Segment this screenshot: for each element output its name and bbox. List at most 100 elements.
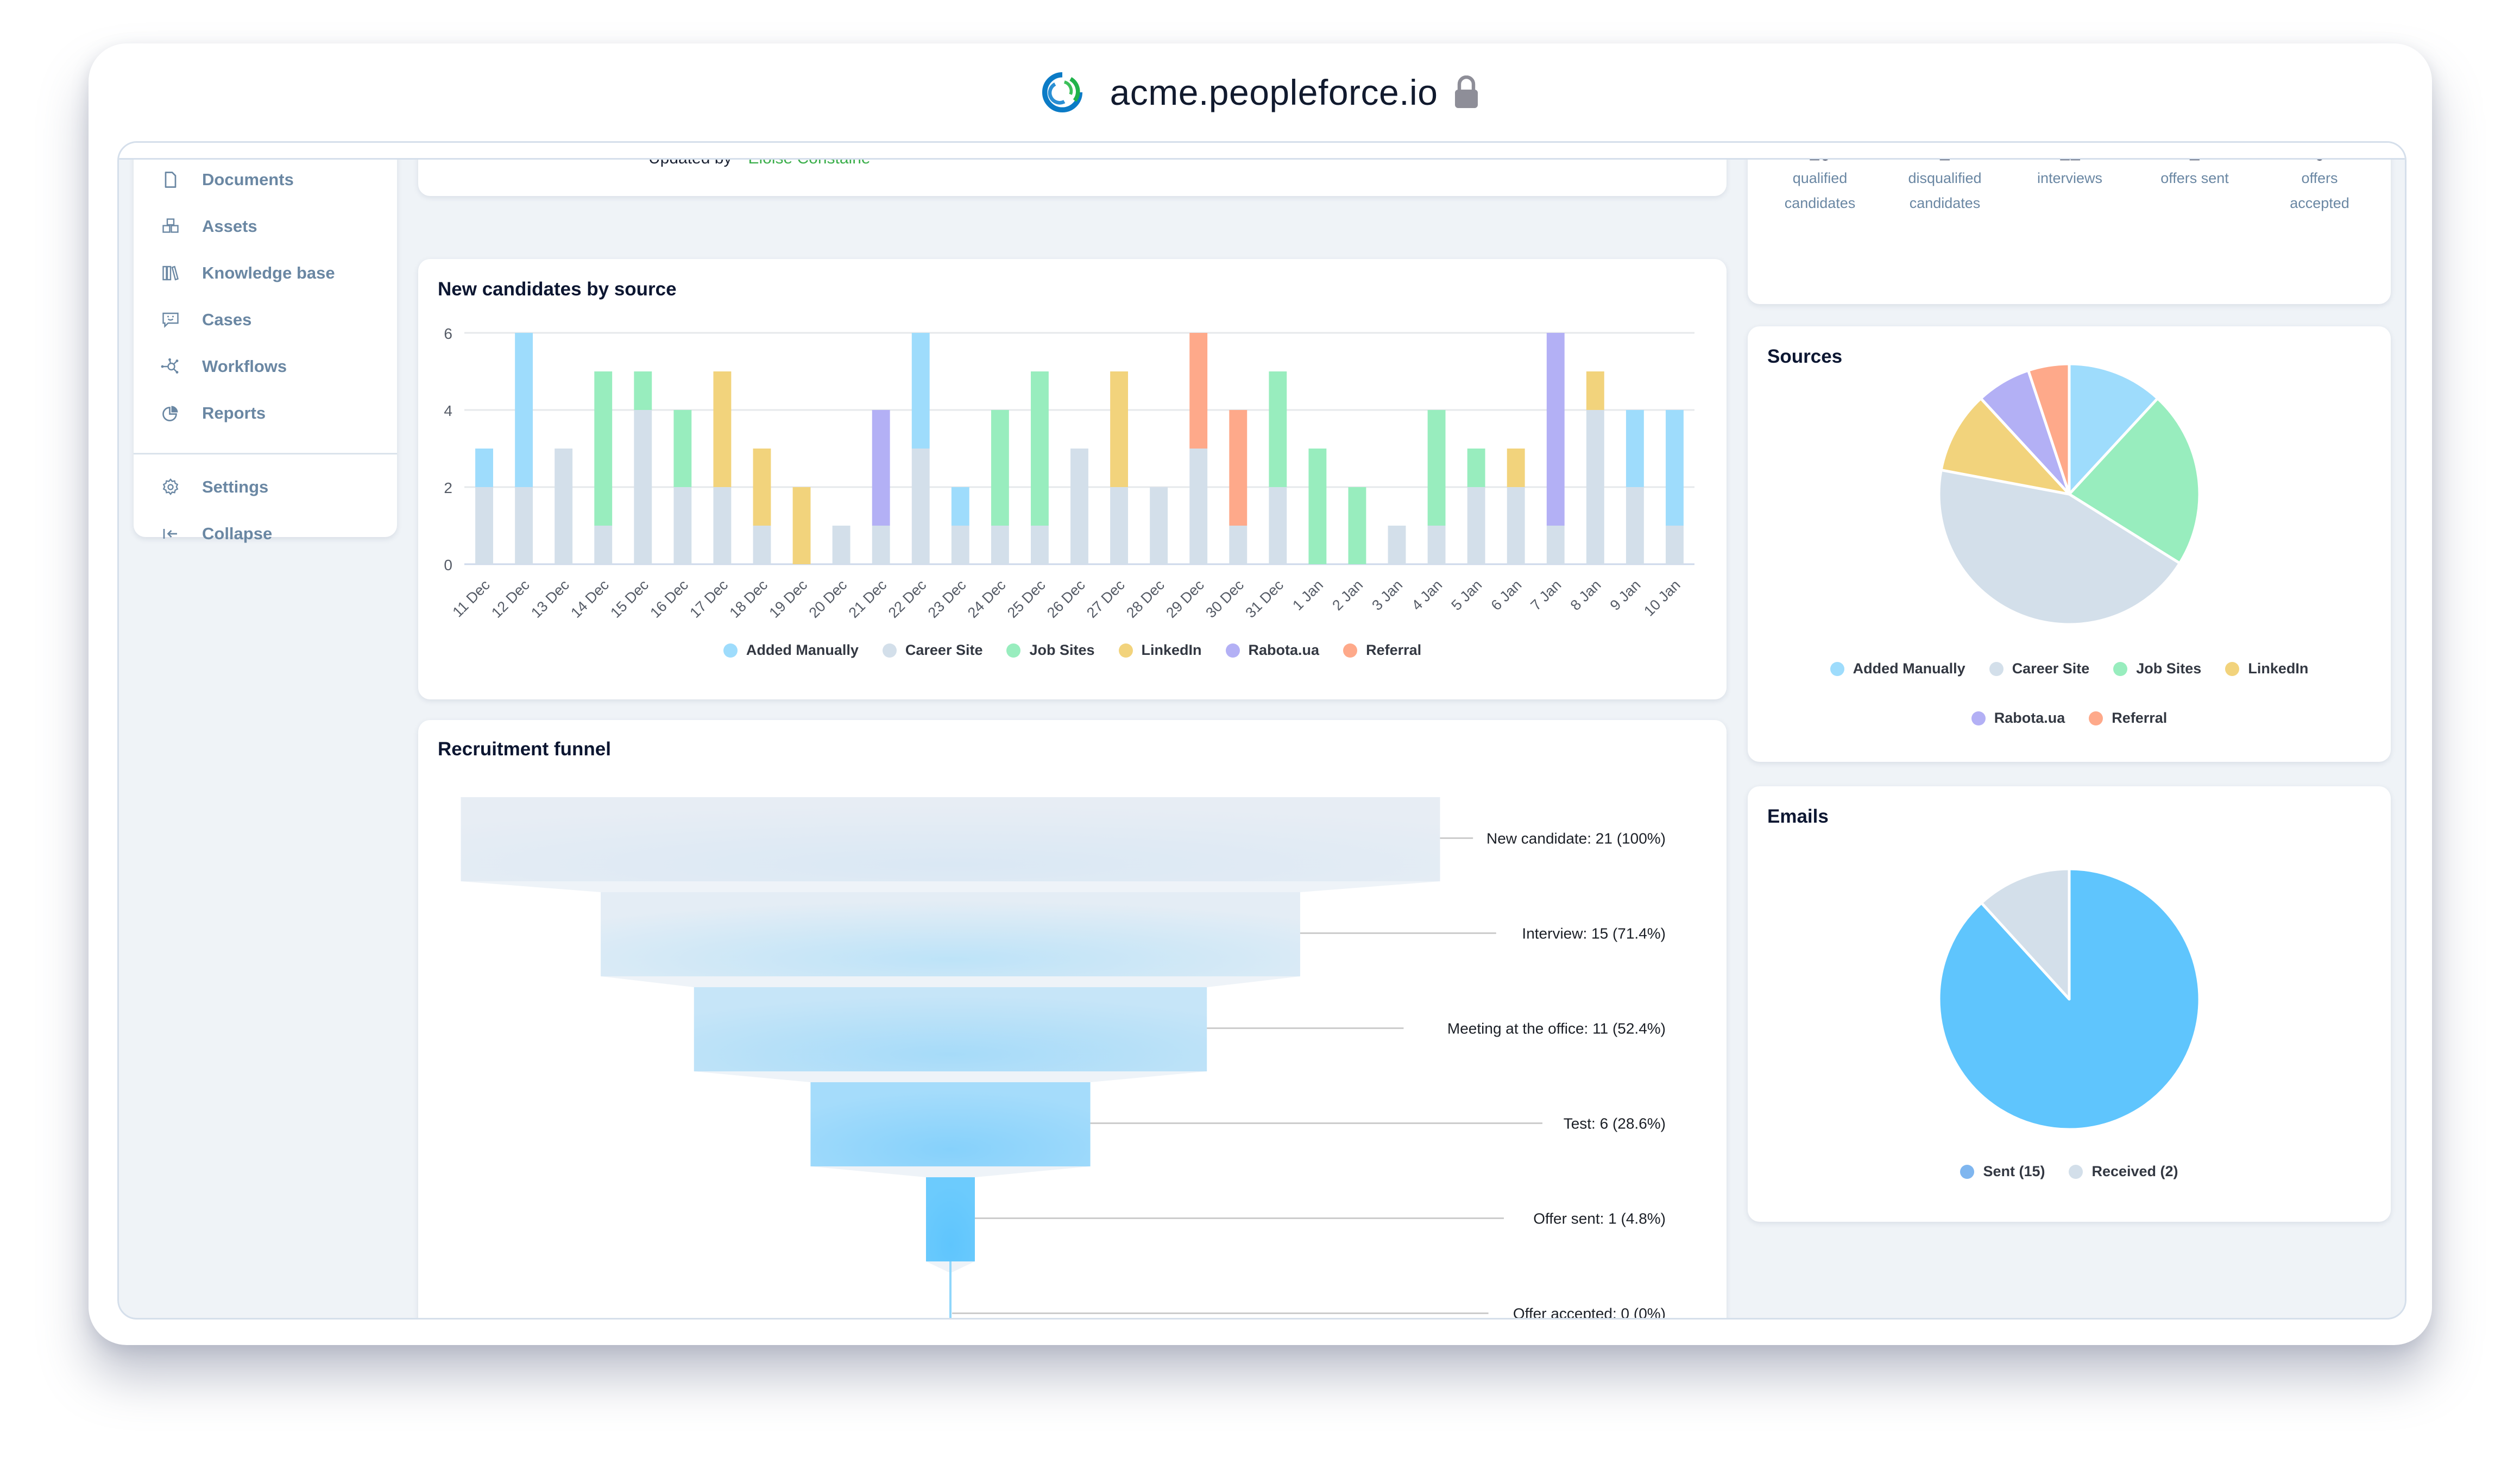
bar-segment-career-site[interactable] — [594, 526, 613, 564]
bar-segment-job-sites[interactable] — [1269, 371, 1287, 487]
bar-segment-added-manually[interactable] — [951, 487, 969, 526]
legend-item-referral[interactable]: Referral — [2089, 710, 2167, 727]
sidebar-item-workflows[interactable]: Workflows — [134, 350, 397, 383]
legend-item-linkedin[interactable]: LinkedIn — [1118, 642, 1202, 659]
bar-segment-career-site[interactable] — [1030, 526, 1049, 564]
bar-segment-job-sites[interactable] — [594, 371, 613, 526]
bar-segment-career-site[interactable] — [753, 526, 771, 564]
bar-segment-referral[interactable] — [1189, 333, 1208, 449]
bar-segment-referral[interactable] — [1229, 410, 1248, 526]
legend-item-added-manually[interactable]: Added Manually — [723, 642, 859, 659]
bar-segment-career-site[interactable] — [1626, 487, 1644, 564]
legend-label: Referral — [1366, 642, 1422, 658]
bar-segment-linkedin[interactable] — [1110, 371, 1129, 487]
x-tick-label: 7 Jan — [1528, 577, 1565, 614]
address-bar[interactable]: acme.peopleforce.io — [89, 43, 2432, 141]
sidebar-item-label: Reports — [202, 403, 266, 422]
bar-segment-career-site[interactable] — [1189, 449, 1208, 564]
bar-segment-career-site[interactable] — [713, 487, 732, 564]
legend-swatch — [1343, 643, 1358, 658]
bar-segment-job-sites[interactable] — [634, 371, 652, 410]
bar-segment-career-site[interactable] — [1586, 410, 1604, 564]
bar-segment-career-site[interactable] — [673, 487, 692, 564]
legend-item-job-sites[interactable]: Job Sites — [2113, 660, 2201, 677]
bar-segment-career-site[interactable] — [832, 526, 850, 564]
funnel-stage-meeting-at-the-office[interactable] — [694, 987, 1207, 1071]
sidebar-item-reports[interactable]: Reports — [134, 397, 397, 430]
bar-segment-career-site[interactable] — [872, 526, 890, 564]
sidebar-item-knowledge-base[interactable]: Knowledge base — [134, 257, 397, 289]
legend-swatch — [2113, 661, 2128, 676]
bar-segment-added-manually[interactable] — [911, 333, 930, 449]
bar-segment-career-site[interactable] — [911, 449, 930, 564]
legend-item-linkedin[interactable]: LinkedIn — [2225, 660, 2308, 677]
funnel-stage-offer-sent[interactable] — [926, 1177, 975, 1261]
legend-item-sent[interactable]: Sent (15) — [1960, 1163, 2045, 1180]
sidebar-item-documents[interactable]: Documents — [134, 163, 397, 196]
legend-label: Job Sites — [1029, 642, 1095, 658]
recruitment-funnel-card: Recruitment funnel New candidate: 21 (10… — [418, 720, 1727, 1320]
bar-segment-job-sites[interactable] — [1308, 449, 1327, 564]
bar-segment-job-sites[interactable] — [673, 410, 692, 487]
bar-segment-linkedin[interactable] — [792, 487, 811, 564]
legend-item-career-site[interactable]: Career Site — [1989, 660, 2089, 677]
bar-segment-career-site[interactable] — [1150, 487, 1168, 564]
legend-item-referral[interactable]: Referral — [1343, 642, 1421, 659]
bar-segment-job-sites[interactable] — [1030, 371, 1049, 526]
legend-item-rabota-ua[interactable]: Rabota.ua — [1971, 710, 2065, 727]
sidebar-item-cases[interactable]: Cases — [134, 304, 397, 336]
funnel-stage-offer-accepted[interactable] — [949, 1261, 952, 1320]
bar-segment-career-site[interactable] — [1388, 526, 1406, 564]
bar-segment-added-manually[interactable] — [1666, 410, 1684, 526]
bar-segment-career-site[interactable] — [555, 449, 573, 564]
collapse-button[interactable]: Collapse — [134, 517, 397, 550]
bar-segment-job-sites[interactable] — [991, 410, 1009, 526]
bar-segment-career-site[interactable] — [1666, 526, 1684, 564]
legend-label: Rabota.ua — [1994, 710, 2065, 726]
bar-segment-job-sites[interactable] — [1467, 449, 1485, 487]
bar-segment-career-site[interactable] — [1110, 487, 1129, 564]
x-tick-label: 12 Dec — [488, 577, 533, 621]
bar-segment-rabota-ua[interactable] — [872, 410, 890, 526]
bar-segment-linkedin[interactable] — [753, 449, 771, 526]
bar-segment-linkedin[interactable] — [713, 371, 732, 487]
hiring-stats-card: 19qualifiedcandidates2disqualifiedcandid… — [1748, 143, 2391, 304]
legend-item-rabota-ua[interactable]: Rabota.ua — [1225, 642, 1319, 659]
bar-segment-career-site[interactable] — [1269, 487, 1287, 564]
bar-segment-career-site[interactable] — [951, 526, 969, 564]
legend-label: Added Manually — [1853, 660, 1965, 677]
bar-segment-added-manually[interactable] — [475, 449, 493, 487]
sidebar-item-assets[interactable]: Assets — [134, 210, 397, 243]
bar-segment-career-site[interactable] — [634, 410, 652, 564]
legend-item-job-sites[interactable]: Job Sites — [1006, 642, 1095, 659]
legend-item-received[interactable]: Received (2) — [2069, 1163, 2178, 1180]
bar-segment-career-site[interactable] — [1070, 449, 1088, 564]
bar-segment-career-site[interactable] — [1546, 526, 1565, 564]
bar-segment-career-site[interactable] — [475, 487, 493, 564]
x-tick-label: 13 Dec — [528, 577, 572, 621]
bar-segment-career-site[interactable] — [1507, 487, 1525, 564]
legend-item-added-manually[interactable]: Added Manually — [1830, 660, 1965, 677]
legend-label: LinkedIn — [1141, 642, 1202, 658]
bar-segment-rabota-ua[interactable] — [1546, 333, 1565, 526]
legend-swatch — [1989, 661, 2004, 676]
bar-segment-career-site[interactable] — [991, 526, 1009, 564]
bar-segment-career-site[interactable] — [515, 487, 533, 564]
bar-segment-linkedin[interactable] — [1586, 371, 1604, 410]
bar-segment-job-sites[interactable] — [1427, 410, 1446, 526]
funnel-stage-test[interactable] — [810, 1082, 1091, 1166]
x-tick-label: 3 Jan — [1369, 577, 1406, 614]
funnel-stage-new-candidate[interactable] — [461, 797, 1440, 881]
bar-segment-career-site[interactable] — [1229, 526, 1248, 564]
bar-segment-added-manually[interactable] — [515, 333, 533, 487]
bar-segment-linkedin[interactable] — [1507, 449, 1525, 487]
bar-segment-career-site[interactable] — [1427, 526, 1446, 564]
sidebar-item-settings[interactable]: Settings — [134, 471, 397, 503]
legend-item-career-site[interactable]: Career Site — [882, 642, 982, 659]
bar-segment-job-sites[interactable] — [1348, 487, 1366, 564]
bar-segment-added-manually[interactable] — [1626, 410, 1644, 487]
bar-segment-career-site[interactable] — [1467, 487, 1485, 564]
legend-label: Received (2) — [2091, 1163, 2178, 1179]
funnel-stage-interview[interactable] — [601, 892, 1300, 976]
x-tick-label: 21 Dec — [846, 577, 890, 621]
